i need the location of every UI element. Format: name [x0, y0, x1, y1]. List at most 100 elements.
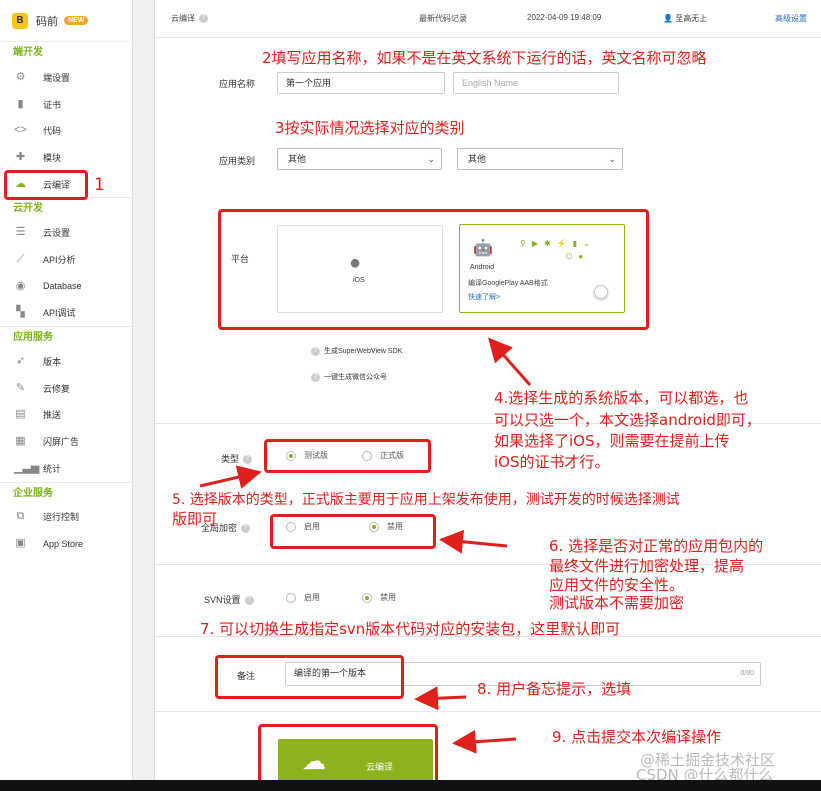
annotation-step-4-line1: 4.选择生成的系统版本，可以都选，也: [494, 389, 749, 407]
puzzle-icon: ✚: [15, 150, 26, 163]
platform-label: 平台: [231, 254, 250, 264]
annotation-step-4-line3: 如果选择了iOS，则需要在提前上传: [494, 432, 730, 450]
radio-dot: [286, 592, 296, 603]
sliders-icon: ☰: [15, 226, 26, 239]
android-learn-more-link[interactable]: 快速了解>: [468, 292, 500, 302]
aab-toggle[interactable]: [594, 285, 608, 299]
sidebar: B 码前 NEW 端开发 ⚙ 端设置 ▮ 证书 <> 代码 ✚ 模块 ☁ 云编译 云开发 …: [0, 0, 133, 780]
datetime: 2022-04-09 19:48:09: [527, 13, 602, 22]
ios-label: iOS: [353, 277, 365, 284]
push-icon: ▤: [15, 408, 26, 421]
brand[interactable]: B 码前 NEW: [0, 0, 132, 42]
app-name-field[interactable]: 第一个应用: [277, 72, 445, 94]
file-icon: ▮: [17, 97, 24, 110]
annotation-step-4-line4: iOS的证书才行。: [494, 453, 610, 471]
radio-svn-on[interactable]: 启用: [286, 592, 320, 603]
sidebar-item-run-control[interactable]: ⧉ 运行控制: [0, 504, 132, 531]
sidebar-item-client-settings[interactable]: ⚙ 端设置: [0, 64, 132, 91]
sidebar-item-cloud-settings[interactable]: ☰ 云设置: [0, 219, 132, 246]
code-icon: <>: [14, 124, 27, 137]
wrench-icon: ✎: [15, 381, 26, 394]
sidebar-item-statistics[interactable]: ▁▃▅ 统计: [0, 455, 132, 482]
android-feature-icons: ⚲▶✱⚡▮⌄: [520, 239, 596, 248]
radio-dot: [362, 450, 372, 461]
sidebar-item-api-debug[interactable]: ▚ API调试: [0, 300, 132, 327]
help-icon[interactable]: ?: [311, 372, 320, 382]
remark-label: 备注: [237, 671, 256, 681]
sidebar-item-cloud-fix[interactable]: ✎ 云修复: [0, 375, 132, 402]
annotation-step-6-line4: 测试版本不需要加密: [549, 594, 685, 612]
brand-name: 码前: [36, 15, 58, 28]
section-title-enterprise: 企业服务: [0, 481, 132, 504]
bottom-bar: [0, 780, 821, 791]
android-aab-desc: 编译GooglePlay AAB格式: [468, 280, 548, 287]
chevron-down-icon: ⌄: [608, 154, 616, 164]
sidebar-item-push[interactable]: ▤ 推送: [0, 402, 132, 429]
chevron-down-icon: ⌄: [427, 154, 435, 164]
sidebar-item-certificate[interactable]: ▮ 证书: [0, 91, 132, 118]
type-label: 类型?: [221, 452, 253, 465]
app-name-label: 应用名称: [219, 79, 256, 89]
radio-encrypt-off[interactable]: 禁用: [369, 521, 403, 532]
platform-ios-card[interactable]: ● iOS: [277, 225, 443, 313]
section-title-cloud: 云开发: [0, 197, 132, 219]
chart-icon: ⟋: [16, 252, 25, 265]
help-icon[interactable]: ?: [244, 596, 254, 606]
help-icon[interactable]: ?: [243, 455, 253, 465]
android-label: Android: [470, 264, 495, 271]
sidebar-item-modules[interactable]: ✚ 模块: [0, 144, 132, 171]
radio-dot: [286, 450, 296, 461]
platform-android-card[interactable]: 🤖 Android ⚲▶✱⚡▮⌄ ⏻● 编译GooglePlay AAB格式 快…: [459, 224, 625, 313]
database-icon: ◉: [15, 279, 26, 292]
section-title-app-services: 应用服务: [0, 326, 132, 348]
annotation-step-2: 2填写应用名称，如果不是在英文系统下运行的话，英文名称可忽略: [262, 49, 707, 67]
sidebar-item-database[interactable]: ◉ Database: [0, 273, 132, 300]
user-menu[interactable]: 👤 至高无上: [663, 13, 707, 24]
page-title: 云编译?: [171, 13, 208, 24]
help-icon[interactable]: ?: [199, 14, 208, 24]
rocket-icon: ➶: [15, 355, 26, 368]
android-icon: 🤖: [473, 240, 493, 257]
annotation-step-8: 8. 用户备忘提示，选填: [477, 680, 632, 698]
annotation-step-9: 9. 点击提交本次编译操作: [552, 728, 722, 746]
advanced-settings-link[interactable]: 高级设置: [775, 13, 807, 24]
cloud-icon: ☁: [15, 177, 26, 190]
control-icon: ⧉: [16, 510, 25, 523]
sidebar-item-api-analysis[interactable]: ⟋ API分析: [0, 246, 132, 273]
sidebar-item-version[interactable]: ➶ 版本: [0, 348, 132, 375]
help-icon[interactable]: ?: [311, 346, 320, 356]
billboard-icon: ▦: [15, 435, 26, 448]
cloud-compile-button[interactable]: ☁ 云编译: [278, 739, 433, 783]
radio-svn-off[interactable]: 禁用: [362, 592, 396, 603]
radio-encrypt-on[interactable]: 启用: [286, 521, 320, 532]
gear-icon: ⚙: [15, 70, 26, 83]
recent-code-label: 最新代码记录: [419, 14, 467, 23]
sidebar-item-splash-ads[interactable]: ▦ 闪屏广告: [0, 428, 132, 455]
svn-label: SVN设置?: [204, 593, 254, 606]
radio-dot: [286, 521, 296, 532]
radio-type-test[interactable]: 测试版: [286, 450, 328, 461]
category-select-primary[interactable]: 其他 ⌄: [277, 148, 442, 170]
debug-icon: ▚: [16, 306, 25, 319]
topbar: 云编译? 最新代码记录 2022-04-09 19:48:09 👤 至高无上 高…: [155, 0, 821, 38]
annotation-step-3: 3按实际情况选择对应的类别: [275, 119, 465, 137]
annotation-step-5-line1: 5. 选择版本的类型，正式版主要用于应用上架发布使用，测试开发的时候选择测试: [172, 492, 680, 508]
english-name-field[interactable]: English Name: [453, 72, 619, 94]
remark-counter: 0/80: [740, 670, 754, 677]
radio-type-release[interactable]: 正式版: [362, 450, 404, 461]
sidebar-item-app-store[interactable]: ▣ App Store: [0, 530, 132, 557]
help-icon[interactable]: ?: [241, 524, 251, 534]
store-icon: ▣: [15, 537, 26, 550]
annotation-step-4-line2: 可以只选一个，本文选择android即可，: [494, 411, 761, 429]
power-mic-icons: ⏻●: [566, 252, 590, 261]
app-category-label: 应用类别: [219, 156, 256, 166]
category-select-secondary[interactable]: 其他 ⌄: [457, 148, 623, 170]
section-title-client: 端开发: [13, 47, 43, 58]
sidebar-item-cloud-compile[interactable]: ☁ 云编译: [0, 171, 132, 198]
brand-logo-icon: B: [12, 12, 28, 29]
annotation-step-1: 1: [94, 175, 105, 195]
radio-dot: [362, 592, 372, 603]
sidebar-item-code[interactable]: <> 代码: [0, 117, 132, 144]
radio-dot: [369, 521, 379, 532]
cloud-icon: ☁: [302, 748, 326, 775]
